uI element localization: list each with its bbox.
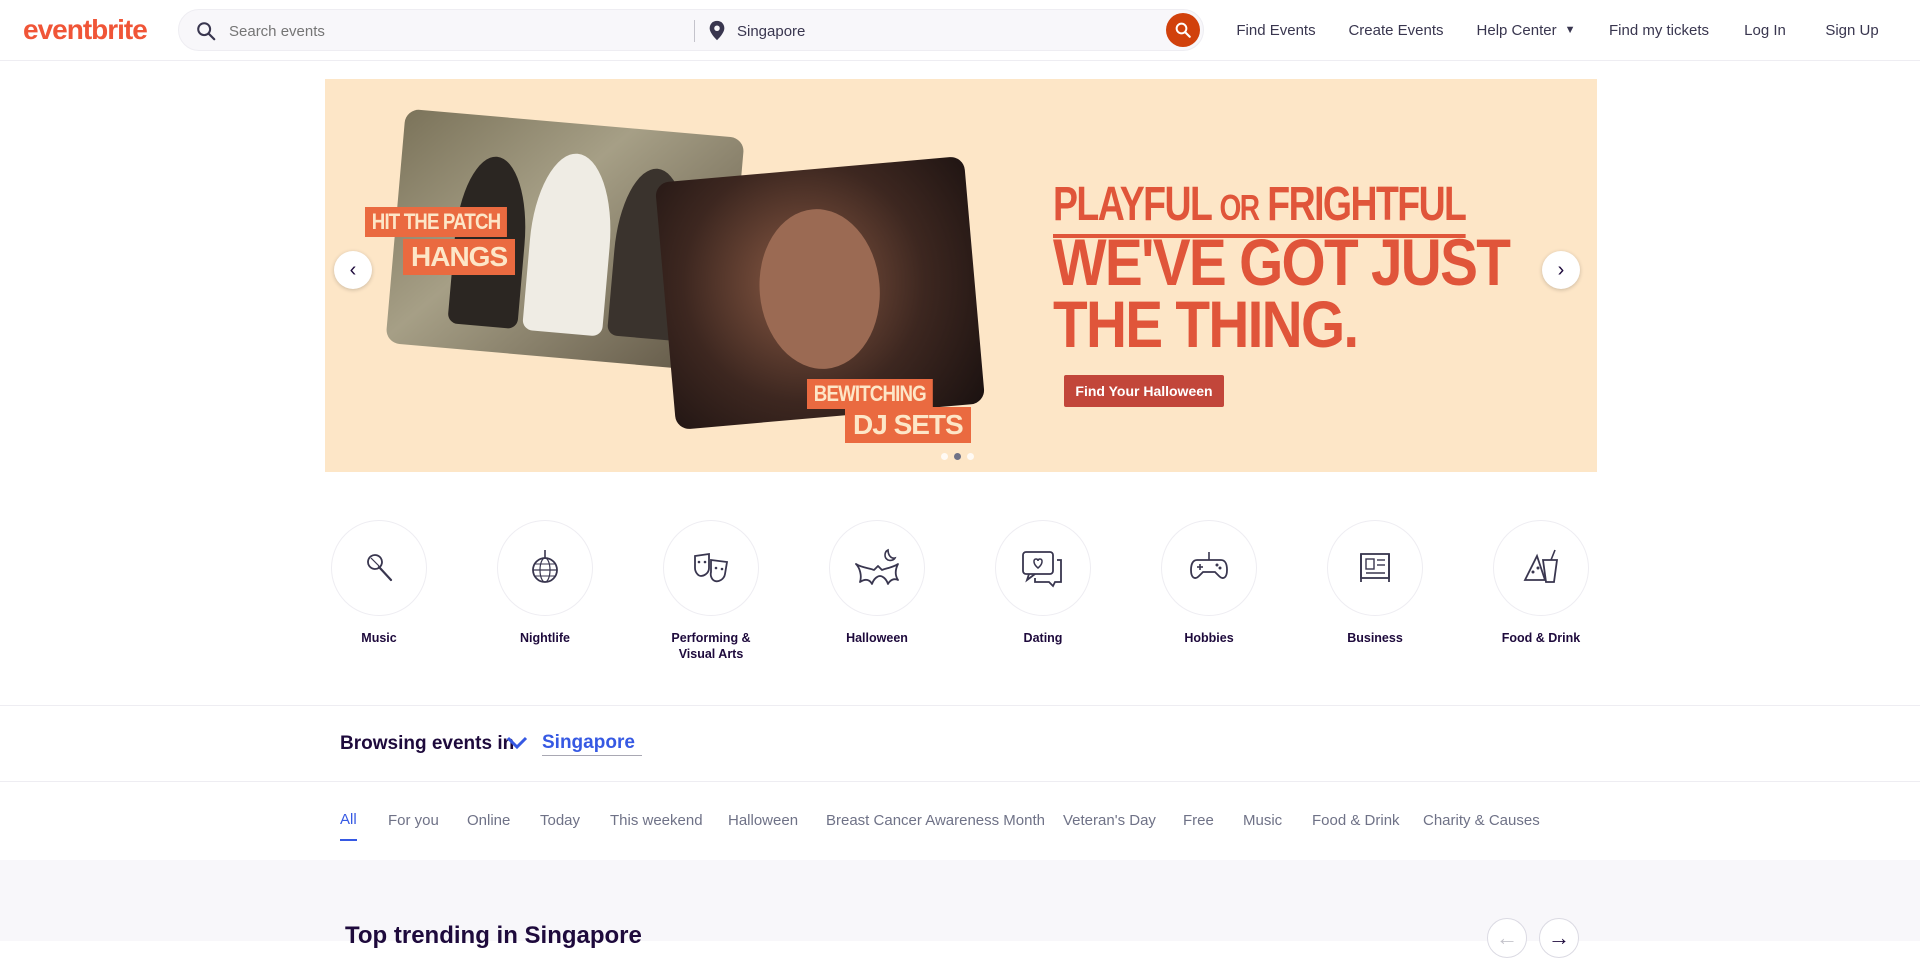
chevron-left-icon: ‹ bbox=[349, 258, 357, 281]
chevron-down-icon: ▼ bbox=[1564, 24, 1576, 36]
category-icon-circle bbox=[1161, 520, 1257, 616]
location-input[interactable] bbox=[737, 18, 1137, 44]
show-previous-button[interactable]: ← bbox=[1487, 918, 1527, 958]
tab-food-drink[interactable]: Food & Drink bbox=[1312, 799, 1400, 841]
category-label: Business bbox=[1347, 631, 1403, 645]
find-my-tickets-link[interactable]: Find my tickets bbox=[1597, 10, 1721, 50]
tag-hit-the-patch: HIT THE PATCH bbox=[365, 207, 508, 237]
carousel-pagination bbox=[941, 453, 974, 460]
tab-music[interactable]: Music bbox=[1243, 799, 1282, 841]
hero-next-slide-link[interactable] bbox=[1597, 79, 1920, 472]
category-label: Dating bbox=[1023, 631, 1063, 645]
category-icon-circle bbox=[1493, 520, 1589, 616]
help-center-label: Help Center bbox=[1476, 21, 1557, 39]
category-icon-circle bbox=[995, 520, 1091, 616]
headline-frightful: FRIGHTFUL bbox=[1267, 178, 1467, 231]
location-pin-icon bbox=[709, 20, 725, 41]
microphone-icon bbox=[367, 554, 393, 582]
create-events-link[interactable]: Create Events bbox=[1337, 10, 1455, 50]
hero-banner-link[interactable]: HIT THE PATCH HANGS BEWITCHING DJ SETS P… bbox=[325, 79, 1597, 472]
help-center-dropdown[interactable]: Help Center ▼ bbox=[1466, 10, 1586, 50]
headline-line2: WE'VE GOT JUST bbox=[1053, 225, 1511, 299]
tag-bewitching: BEWITCHING bbox=[807, 379, 933, 409]
tab-all[interactable]: All bbox=[340, 799, 357, 841]
chevron-right-icon: › bbox=[1557, 258, 1565, 281]
theater-masks-icon bbox=[694, 552, 729, 583]
category-food-drink-link[interactable]: Food & Drink bbox=[1487, 518, 1595, 668]
carousel-dot-active[interactable] bbox=[954, 453, 961, 460]
find-your-halloween-button[interactable]: Find Your Halloween bbox=[1064, 375, 1224, 407]
category-label: Food & Drink bbox=[1501, 631, 1581, 645]
category-performing-arts-link[interactable]: Performing & Visual Arts bbox=[657, 518, 765, 668]
tab-veterans-day[interactable]: Veteran's Day bbox=[1063, 799, 1156, 841]
category-row: Music Nightlife Performing & Visual Arts bbox=[325, 518, 1597, 668]
arrow-right-icon: → bbox=[1548, 925, 1570, 950]
tab-this-weekend[interactable]: This weekend bbox=[610, 799, 703, 841]
category-icon-circle bbox=[331, 520, 427, 616]
category-dating-link[interactable]: Dating bbox=[989, 518, 1097, 668]
chevron-down-icon bbox=[506, 736, 528, 750]
top-trending-title: Top trending in Singapore bbox=[345, 922, 642, 949]
carousel-dot[interactable] bbox=[967, 453, 974, 460]
tab-online[interactable]: Online bbox=[467, 799, 510, 841]
search-divider bbox=[694, 20, 695, 42]
category-nightlife-link[interactable]: Nightlife bbox=[491, 518, 599, 668]
search-events-input[interactable] bbox=[229, 18, 654, 44]
search-bar bbox=[178, 9, 1204, 51]
category-label: Music bbox=[361, 631, 397, 645]
category-label: Nightlife bbox=[520, 631, 570, 645]
category-hobbies-link[interactable]: Hobbies bbox=[1155, 518, 1263, 668]
top-header: eventbrite Find Events Create Events Hel… bbox=[0, 0, 1920, 61]
location-dropdown-toggle[interactable] bbox=[497, 720, 537, 766]
tag-hangs: HANGS bbox=[403, 239, 516, 275]
category-icon-circle bbox=[663, 520, 759, 616]
category-label: Halloween bbox=[846, 631, 908, 645]
find-events-link[interactable]: Find Events bbox=[1226, 10, 1326, 50]
category-icon-circle bbox=[497, 520, 593, 616]
show-next-button[interactable]: → bbox=[1539, 918, 1579, 958]
gamepad-icon bbox=[1190, 552, 1228, 579]
tag-dj-sets: DJ SETS bbox=[845, 407, 971, 443]
category-icon-circle bbox=[1327, 520, 1423, 616]
category-label: Performing & Visual Arts bbox=[671, 631, 751, 661]
tab-charity-causes[interactable]: Charity & Causes bbox=[1423, 799, 1540, 841]
tab-breast-cancer-awareness[interactable]: Breast Cancer Awareness Month bbox=[826, 799, 1045, 841]
disco-ball-icon bbox=[532, 550, 558, 583]
bat-moon-icon bbox=[855, 548, 899, 585]
eventbrite-logo-link[interactable]: eventbrite bbox=[23, 14, 148, 46]
tab-halloween[interactable]: Halloween bbox=[728, 799, 798, 841]
arrow-left-icon: ← bbox=[1496, 925, 1518, 950]
chat-heart-icon bbox=[1022, 551, 1062, 588]
headline-line3: THE THING. bbox=[1053, 287, 1359, 361]
browse-location-input[interactable]: Singapore bbox=[542, 732, 642, 756]
headline-playful: PLAYFUL bbox=[1053, 178, 1212, 231]
top-trending-section: Top trending in Singapore ← → bbox=[0, 860, 1920, 958]
food-drink-icon bbox=[1523, 549, 1559, 583]
sign-up-link[interactable]: Sign Up bbox=[1808, 10, 1896, 50]
category-music-link[interactable]: Music bbox=[325, 518, 433, 668]
log-in-link[interactable]: Log In bbox=[1732, 10, 1798, 50]
browsing-events-label: Browsing events in bbox=[340, 733, 515, 754]
tab-for-you[interactable]: For you bbox=[388, 799, 439, 841]
tab-free[interactable]: Free bbox=[1183, 799, 1214, 841]
headline-or: OR bbox=[1219, 187, 1260, 228]
search-icon bbox=[1175, 22, 1191, 38]
scroll-carousel-left-button[interactable]: ‹ bbox=[334, 251, 372, 289]
tab-today[interactable]: Today bbox=[540, 799, 580, 841]
carousel-dot[interactable] bbox=[941, 453, 948, 460]
category-label: Hobbies bbox=[1184, 631, 1234, 645]
hero-headline-main: WE'VE GOT JUST THE THING. bbox=[1053, 225, 1511, 361]
category-icon-circle bbox=[829, 520, 925, 616]
category-halloween-link[interactable]: Halloween bbox=[823, 518, 931, 668]
search-icon bbox=[197, 22, 216, 41]
search-submit-button[interactable] bbox=[1166, 13, 1200, 47]
scroll-carousel-right-button[interactable]: › bbox=[1542, 251, 1580, 289]
category-business-link[interactable]: Business bbox=[1321, 518, 1429, 668]
browsing-location-bar: Browsing events in Singapore bbox=[0, 705, 1920, 782]
presentation-icon bbox=[1360, 553, 1390, 582]
